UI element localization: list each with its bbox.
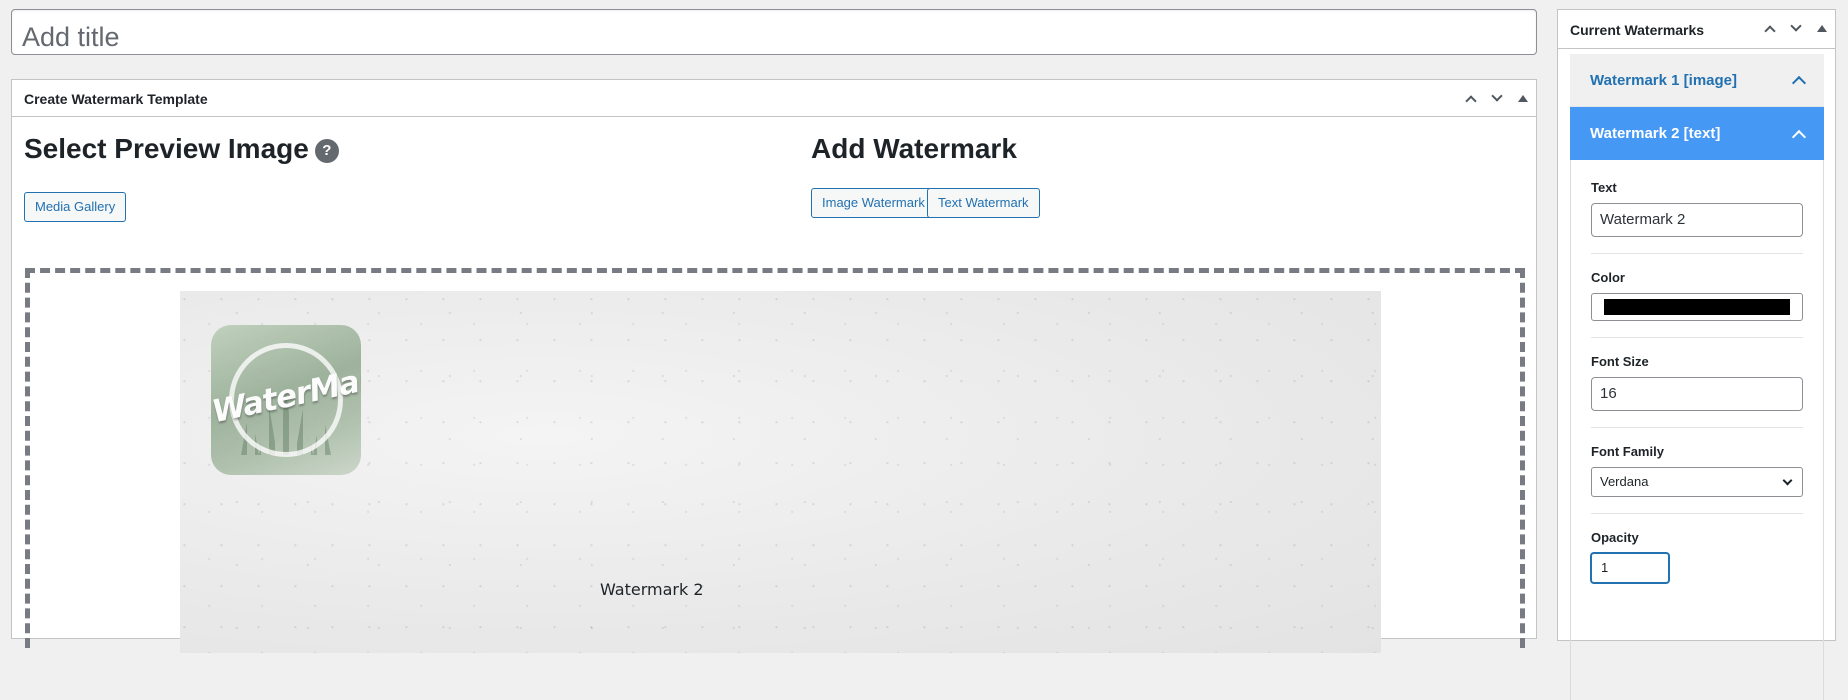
- preview-area: WaterMark Watermark 2: [25, 268, 1525, 653]
- preview-image: WaterMark Watermark 2: [180, 291, 1381, 653]
- collapse-toggle-icon[interactable]: [1510, 80, 1536, 117]
- watermark-settings: Text Watermark 2 Color Font Size 16 Font…: [1570, 160, 1824, 700]
- sidebar-header: Current Watermarks: [1558, 10, 1835, 49]
- color-picker[interactable]: [1591, 293, 1803, 321]
- text-label: Text: [1591, 180, 1617, 195]
- help-icon[interactable]: ?: [314, 138, 339, 163]
- chevron-down-icon: [1782, 475, 1793, 486]
- text-field[interactable]: Watermark 2: [1591, 203, 1803, 237]
- move-down-icon[interactable]: [1484, 80, 1510, 117]
- font-family-value: Verdana: [1600, 474, 1649, 489]
- box-title: Create Watermark Template: [24, 91, 208, 107]
- create-watermark-template-box: Create Watermark Template Select Preview…: [11, 79, 1537, 653]
- chevron-up-icon: [1791, 129, 1807, 144]
- postbox-header: Create Watermark Template: [12, 80, 1536, 117]
- color-swatch: [1604, 299, 1790, 315]
- media-gallery-button[interactable]: Media Gallery: [24, 192, 127, 222]
- watermark-list: Watermark 1 [image] Watermark 2 [text] T…: [1570, 54, 1824, 700]
- chevron-up-icon: [1791, 75, 1807, 91]
- watermark-item-2[interactable]: Watermark 2 [text]: [1570, 107, 1824, 160]
- opacity-field[interactable]: 1: [1591, 553, 1669, 583]
- font-size-label: Font Size: [1591, 354, 1649, 369]
- move-up-icon[interactable]: [1458, 80, 1484, 117]
- image-watermark[interactable]: WaterMark: [211, 325, 361, 475]
- font-size-field[interactable]: 16: [1591, 377, 1803, 411]
- collapse-toggle-icon[interactable]: [1809, 9, 1835, 48]
- move-up-icon[interactable]: [1757, 9, 1783, 48]
- image-watermark-button[interactable]: Image Watermark: [811, 188, 936, 218]
- watermark-item-label: Watermark 1 [image]: [1590, 71, 1737, 89]
- font-family-label: Font Family: [1591, 444, 1664, 459]
- title-input[interactable]: Add title: [11, 9, 1537, 55]
- font-family-select[interactable]: Verdana: [1591, 467, 1803, 497]
- watermark-item-1[interactable]: Watermark 1 [image]: [1570, 54, 1824, 107]
- sidebar-title: Current Watermarks: [1570, 22, 1705, 38]
- select-preview-heading: Select Preview Image?: [24, 133, 339, 165]
- color-label: Color: [1591, 270, 1625, 285]
- move-down-icon[interactable]: [1783, 9, 1809, 48]
- add-watermark-heading: Add Watermark: [811, 133, 1017, 164]
- text-watermark-button[interactable]: Text Watermark: [927, 188, 1040, 218]
- text-watermark[interactable]: Watermark 2: [600, 580, 704, 599]
- watermark-item-label: Watermark 2 [text]: [1590, 125, 1721, 142]
- current-watermarks-box: Current Watermarks Watermark 1 [image] W…: [1557, 9, 1836, 700]
- opacity-label: Opacity: [1591, 530, 1639, 545]
